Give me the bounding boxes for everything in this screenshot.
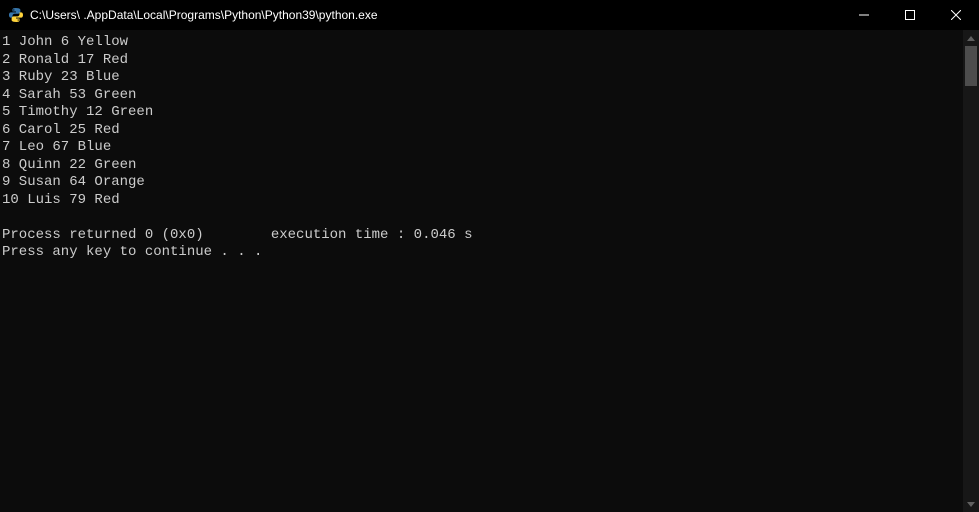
maximize-button[interactable] <box>887 0 933 30</box>
vertical-scrollbar[interactable] <box>963 30 979 512</box>
scroll-up-arrow[interactable] <box>963 30 979 46</box>
terminal-output[interactable]: 1 John 6 Yellow 2 Ronald 17 Red 3 Ruby 2… <box>0 30 963 512</box>
minimize-button[interactable] <box>841 0 887 30</box>
window-title: C:\Users\ .AppData\Local\Programs\Python… <box>30 8 841 22</box>
window-controls <box>841 0 979 30</box>
close-button[interactable] <box>933 0 979 30</box>
content-area: 1 John 6 Yellow 2 Ronald 17 Red 3 Ruby 2… <box>0 30 979 512</box>
scroll-down-arrow[interactable] <box>963 496 979 512</box>
scroll-thumb[interactable] <box>965 46 977 86</box>
scroll-track[interactable] <box>963 46 979 496</box>
python-icon <box>8 7 24 23</box>
titlebar[interactable]: C:\Users\ .AppData\Local\Programs\Python… <box>0 0 979 30</box>
console-window: C:\Users\ .AppData\Local\Programs\Python… <box>0 0 979 512</box>
